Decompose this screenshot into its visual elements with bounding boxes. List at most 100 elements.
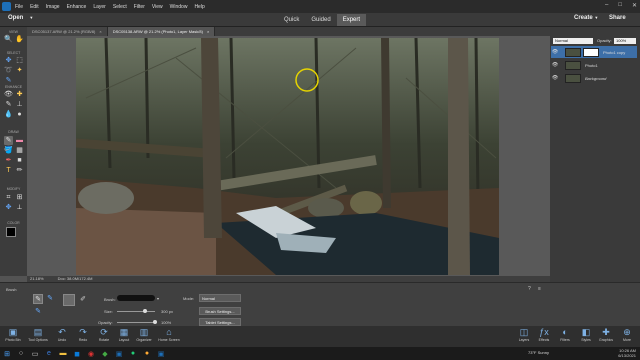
photo-bin-button[interactable]: ▣ Photo Bin — [2, 327, 24, 342]
minimize-button[interactable]: – — [605, 2, 608, 9]
app-icon[interactable]: ◉ — [84, 347, 98, 360]
layout-button[interactable]: ▦ Layout — [113, 327, 135, 342]
type-tool-icon[interactable]: T — [4, 166, 13, 175]
more-button[interactable]: ⊕ More — [616, 327, 638, 342]
windows-start-icon[interactable]: ⊞ — [0, 347, 14, 360]
opacity-slider-handle[interactable] — [153, 320, 157, 324]
menu-help[interactable]: Help — [194, 4, 204, 10]
help-icon[interactable]: ? — [528, 286, 531, 292]
size-slider[interactable] — [117, 311, 155, 312]
panel-menu-icon[interactable]: ≡ — [538, 286, 541, 292]
clone-stamp-tool-icon[interactable]: ⊥ — [15, 100, 24, 109]
content-aware-move-tool-icon[interactable]: ✥ — [4, 203, 13, 212]
menu-filter[interactable]: Filter — [134, 4, 145, 10]
foreground-color-swatch[interactable] — [6, 227, 16, 237]
redo-button[interactable]: ↷ Redo — [72, 327, 94, 342]
menu-layer[interactable]: Layer — [93, 4, 106, 10]
tab-document-2[interactable]: DSC05138.ARW @ 21.2% (Photo1, Layer Mask… — [107, 27, 216, 36]
mode-expert[interactable]: Expert — [336, 14, 367, 26]
paint-bucket-tool-icon[interactable]: 🪣 — [4, 146, 13, 155]
file-explorer-icon[interactable]: ▬ — [56, 347, 70, 360]
eye-icon[interactable]: 👁 — [551, 49, 559, 55]
app-icon[interactable]: ◆ — [98, 347, 112, 360]
eye-icon[interactable]: 👁 — [551, 62, 559, 68]
maximize-button[interactable]: □ — [618, 2, 622, 9]
pen-pressure-icon[interactable]: ✐ — [78, 295, 88, 305]
close-tab-icon[interactable]: × — [207, 29, 209, 34]
effects-button[interactable]: ƒx Effects — [533, 327, 555, 342]
magic-wand-tool-icon[interactable]: ✦ — [15, 66, 24, 75]
menu-window[interactable]: Window — [170, 4, 188, 10]
blur-tool-icon[interactable]: 💧 — [4, 110, 13, 119]
menu-select[interactable]: Select — [113, 4, 127, 10]
menu-file[interactable]: File — [15, 4, 23, 10]
tablet-settings-button[interactable]: Tablet Settings... — [199, 318, 241, 326]
task-view-icon[interactable]: ▭ — [28, 347, 42, 360]
app-icon[interactable]: ▣ — [154, 347, 168, 360]
pencil-tool-icon[interactable]: ✏ — [15, 166, 24, 175]
photoshop-elements-icon[interactable]: ▣ — [112, 347, 126, 360]
system-clock[interactable]: 10:26 AM 6/13/2021 — [618, 348, 636, 358]
home-screen-button[interactable]: ⌂ Home Screen — [156, 327, 182, 342]
mode-select[interactable]: Normal — [199, 294, 241, 302]
close-tab-icon[interactable]: × — [99, 29, 101, 34]
document-image[interactable] — [76, 38, 499, 275]
move-tool-icon[interactable]: ✥ — [4, 56, 13, 65]
open-button[interactable]: Open ▼ — [8, 15, 33, 21]
rotate-button[interactable]: ⟳ Rotate — [93, 327, 115, 342]
layer-row[interactable]: 👁 Photo1 — [551, 59, 637, 71]
share-button[interactable]: Share — [609, 15, 626, 21]
marquee-tool-icon[interactable]: ⬚ — [15, 56, 24, 65]
edge-icon[interactable]: e — [42, 347, 56, 360]
chevron-down-icon[interactable]: ▾ — [157, 296, 159, 301]
app-icon[interactable]: ● — [126, 347, 140, 360]
brush-settings-button[interactable]: Brush Settings... — [199, 307, 241, 315]
undo-button[interactable]: ↶ Undo — [51, 327, 73, 342]
recompose-tool-icon[interactable]: ⊞ — [15, 193, 24, 202]
red-eye-tool-icon[interactable]: 👁 — [4, 90, 13, 99]
mode-quick[interactable]: Quick — [278, 14, 305, 26]
crop-tool-icon[interactable]: ⌗ — [4, 193, 13, 202]
eraser-tool-icon[interactable]: ▬ — [15, 136, 24, 145]
layer-row[interactable]: 👁 Background — [551, 72, 637, 84]
layer-row[interactable]: 👁 Photo1 copy — [551, 46, 637, 58]
layer-opacity-input[interactable]: 100% — [614, 38, 636, 44]
opacity-slider[interactable] — [117, 322, 155, 323]
smart-brush-tool-icon[interactable]: ✎ — [4, 100, 13, 109]
layers-button[interactable]: ◫ Layers — [513, 327, 535, 342]
zoom-tool-icon[interactable]: 🔍 — [4, 35, 13, 44]
close-window-button[interactable]: ✕ — [632, 2, 637, 9]
weather-widget[interactable]: 73°F Sunny — [528, 350, 549, 355]
organizer-button[interactable]: ▥ Organizer — [133, 327, 155, 342]
airbrush-toggle[interactable] — [63, 294, 75, 306]
menu-edit[interactable]: Edit — [30, 4, 39, 10]
filters-button[interactable]: ◐ Filters — [554, 327, 576, 342]
menu-view[interactable]: View — [152, 4, 163, 10]
eye-icon[interactable]: 👁 — [551, 75, 559, 81]
menu-enhance[interactable]: Enhance — [67, 4, 87, 10]
menu-image[interactable]: Image — [46, 4, 60, 10]
gradient-tool-icon[interactable]: ▦ — [15, 146, 24, 155]
size-value[interactable]: 300 px — [161, 309, 173, 314]
layer-mask-thumbnail[interactable] — [583, 47, 599, 57]
color-picker-tool-icon[interactable]: ✒ — [4, 156, 13, 165]
graphics-button[interactable]: ✚ Graphics — [595, 327, 617, 342]
hand-tool-icon[interactable]: ✋ — [15, 35, 24, 44]
impressionist-brush-icon[interactable]: ✎ — [45, 294, 55, 304]
search-icon[interactable]: ○ — [14, 347, 28, 360]
spot-healing-tool-icon[interactable]: ✚ — [15, 90, 24, 99]
tool-options-button[interactable]: ▤ Tool Options — [27, 327, 49, 342]
sponge-tool-icon[interactable]: ● — [15, 110, 24, 119]
styles-button[interactable]: ◧ Styles — [575, 327, 597, 342]
lasso-tool-icon[interactable]: ➰ — [4, 66, 13, 75]
brush-mode-icon[interactable]: ✎ — [33, 294, 43, 304]
opacity-value[interactable]: 100% — [161, 320, 171, 325]
create-button[interactable]: Create ▼ — [574, 15, 598, 21]
brush-preview[interactable] — [117, 295, 155, 301]
mode-guided[interactable]: Guided — [305, 14, 336, 26]
straighten-tool-icon[interactable]: ⟂ — [15, 203, 24, 212]
color-replacement-icon[interactable]: ✎ — [33, 307, 43, 317]
brush-tool-icon[interactable]: ✎ — [4, 136, 13, 145]
shape-tool-icon[interactable]: ■ — [15, 156, 24, 165]
app-icon[interactable]: ● — [140, 347, 154, 360]
